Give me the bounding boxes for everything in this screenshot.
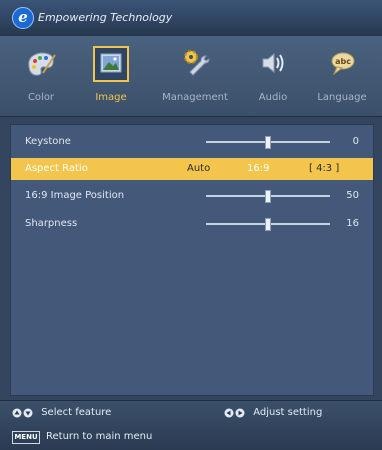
wrench-gear-icon bbox=[184, 50, 210, 76]
tab-image[interactable]: Image bbox=[76, 36, 146, 116]
speech-bubble-abc-icon: abc bbox=[331, 52, 355, 76]
aspect-option-auto[interactable]: Auto bbox=[187, 163, 210, 174]
setting-value: 0 bbox=[352, 136, 359, 147]
aspect-option-4-3[interactable]: [ 4:3 ] bbox=[309, 163, 339, 174]
speaker-icon bbox=[262, 52, 284, 74]
settings-panel: Keystone 0 Aspect Ratio Auto 16:9 [ 4:3 … bbox=[10, 124, 374, 396]
return-menu-hint: Return to main menu bbox=[46, 431, 153, 442]
tab-label: Language bbox=[317, 92, 367, 103]
image-position-slider[interactable] bbox=[206, 190, 330, 203]
title-bar: e Empowering Technology bbox=[0, 0, 382, 36]
slider-handle[interactable] bbox=[265, 190, 271, 203]
setting-label: Aspect Ratio bbox=[25, 163, 88, 174]
setting-row-keystone[interactable]: Keystone 0 bbox=[11, 131, 373, 153]
tab-label: Color bbox=[27, 92, 55, 103]
slider-handle[interactable] bbox=[265, 136, 271, 149]
adjust-setting-hint: Adjust setting bbox=[224, 407, 322, 419]
setting-label: Keystone bbox=[25, 136, 71, 147]
hint-text: Select feature bbox=[41, 407, 112, 418]
tab-label: Audio bbox=[258, 92, 288, 103]
aspect-option-16-9[interactable]: 16:9 bbox=[247, 163, 269, 174]
tab-label: Image bbox=[95, 92, 127, 103]
setting-row-sharpness[interactable]: Sharpness 16 bbox=[11, 213, 373, 235]
setting-label: 16:9 Image Position bbox=[25, 190, 125, 201]
help-footer: Select feature Adjust setting MENU Retur… bbox=[0, 400, 382, 450]
slider-handle[interactable] bbox=[265, 218, 271, 231]
tab-label: Management bbox=[162, 92, 228, 103]
setting-value: 50 bbox=[346, 190, 359, 201]
keystone-slider[interactable] bbox=[206, 136, 330, 149]
palette-icon bbox=[28, 52, 56, 76]
tab-language[interactable]: abc Language bbox=[306, 36, 378, 116]
e-logo-icon: e bbox=[12, 7, 34, 29]
tab-color[interactable]: Color bbox=[6, 36, 76, 116]
left-right-arrows-icon bbox=[224, 408, 245, 417]
setting-value: 16 bbox=[346, 218, 359, 229]
sharpness-slider[interactable] bbox=[206, 218, 330, 231]
projector-osd: e Empowering Technology Color Image Mana… bbox=[0, 0, 382, 450]
tab-bar: Color Image Management Audio abc Languag… bbox=[0, 36, 382, 117]
menu-key-icon: MENU bbox=[12, 431, 40, 444]
setting-row-aspect-ratio[interactable]: Aspect Ratio Auto 16:9 [ 4:3 ] bbox=[11, 158, 373, 180]
hint-text: Adjust setting bbox=[253, 407, 323, 418]
select-feature-hint: Select feature bbox=[12, 407, 111, 419]
setting-row-image-position[interactable]: 16:9 Image Position 50 bbox=[11, 185, 373, 207]
picture-icon bbox=[100, 53, 122, 73]
brand-title: Empowering Technology bbox=[38, 11, 173, 24]
setting-label: Sharpness bbox=[25, 218, 78, 229]
up-down-arrows-icon bbox=[12, 408, 33, 417]
tab-management[interactable]: Management bbox=[150, 36, 240, 116]
tab-audio[interactable]: Audio bbox=[240, 36, 306, 116]
svg-text:abc: abc bbox=[335, 57, 351, 66]
